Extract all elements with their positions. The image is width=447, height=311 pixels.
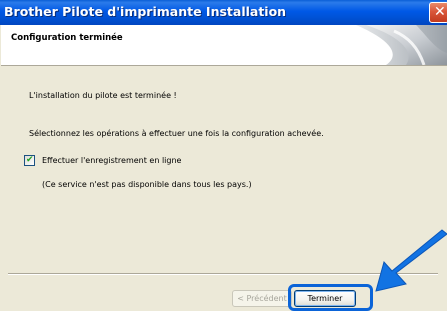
online-registration-checkbox[interactable]: ✔ bbox=[24, 155, 35, 166]
availability-note: (Ce service n'est pas disponible dans to… bbox=[42, 180, 252, 189]
instruction-text: Sélectionnez les opérations à effectuer … bbox=[29, 129, 324, 138]
close-icon: ✕ bbox=[434, 4, 446, 20]
previous-button[interactable]: < Précédent bbox=[232, 290, 292, 307]
installer-window: Brother Pilote d'imprimante Installation… bbox=[0, 0, 447, 311]
title-bar[interactable]: Brother Pilote d'imprimante Installation… bbox=[0, 0, 447, 25]
completion-message: L'installation du pilote est terminée ! bbox=[29, 91, 177, 100]
online-registration-label[interactable]: Effectuer l'enregistrement en ligne bbox=[42, 156, 181, 165]
close-button[interactable]: ✕ bbox=[429, 2, 447, 23]
header-graphic-icon bbox=[356, 25, 447, 65]
finish-highlight-ring bbox=[288, 284, 373, 311]
page-title: Configuration terminée bbox=[11, 33, 123, 43]
arrow-icon bbox=[375, 229, 447, 292]
window-title: Brother Pilote d'imprimante Installation bbox=[4, 4, 287, 19]
checkmark-icon: ✔ bbox=[26, 155, 34, 165]
header-panel: Configuration terminée bbox=[1, 25, 447, 66]
